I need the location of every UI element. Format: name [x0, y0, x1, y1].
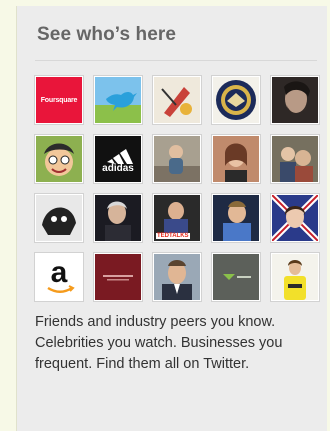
illustration-avatar[interactable]: [153, 76, 201, 124]
amazon-logo[interactable]: a: [35, 253, 83, 301]
woman-union-flag-avatar[interactable]: [271, 194, 319, 242]
title-divider: [35, 60, 317, 61]
black-white-sketch-avatar[interactable]: [35, 194, 83, 242]
cartoon-face-avatar[interactable]: [35, 135, 83, 183]
man-suit-portrait-avatar[interactable]: [153, 253, 201, 301]
yellow-shirt-person-avatar[interactable]: [271, 253, 319, 301]
ted-talks-label: TEDTALKS: [156, 233, 190, 239]
government-seal-avatar[interactable]: [212, 76, 260, 124]
widget-description: Friends and industry peers you know. Cel…: [35, 314, 283, 372]
bearded-man-avatar[interactable]: [271, 76, 319, 124]
family-photo-avatar[interactable]: [271, 135, 319, 183]
foursquare-wordmark: Foursquare: [40, 96, 78, 104]
adidas-wordmark: adidas: [102, 163, 134, 174]
foursquare-logo[interactable]: Foursquare: [35, 76, 83, 124]
ted-speaker-avatar[interactable]: TEDTALKS: [153, 194, 201, 242]
twitter-bird-logo[interactable]: [94, 76, 142, 124]
who-is-here-widget: See who’s here Foursquare adidas TEDTALK…: [16, 6, 327, 431]
woman-portrait-avatar[interactable]: [212, 135, 260, 183]
adidas-logo[interactable]: adidas: [94, 135, 142, 183]
man-blue-shirt-avatar[interactable]: [212, 194, 260, 242]
amazon-wordmark: a: [50, 256, 68, 289]
green-brand-logo[interactable]: [212, 253, 260, 301]
man-dark-portrait-avatar[interactable]: [94, 194, 142, 242]
child-photo-avatar[interactable]: [153, 135, 201, 183]
dark-red-brand-logo[interactable]: [94, 253, 142, 301]
widget-title: See who’s here: [37, 24, 177, 45]
